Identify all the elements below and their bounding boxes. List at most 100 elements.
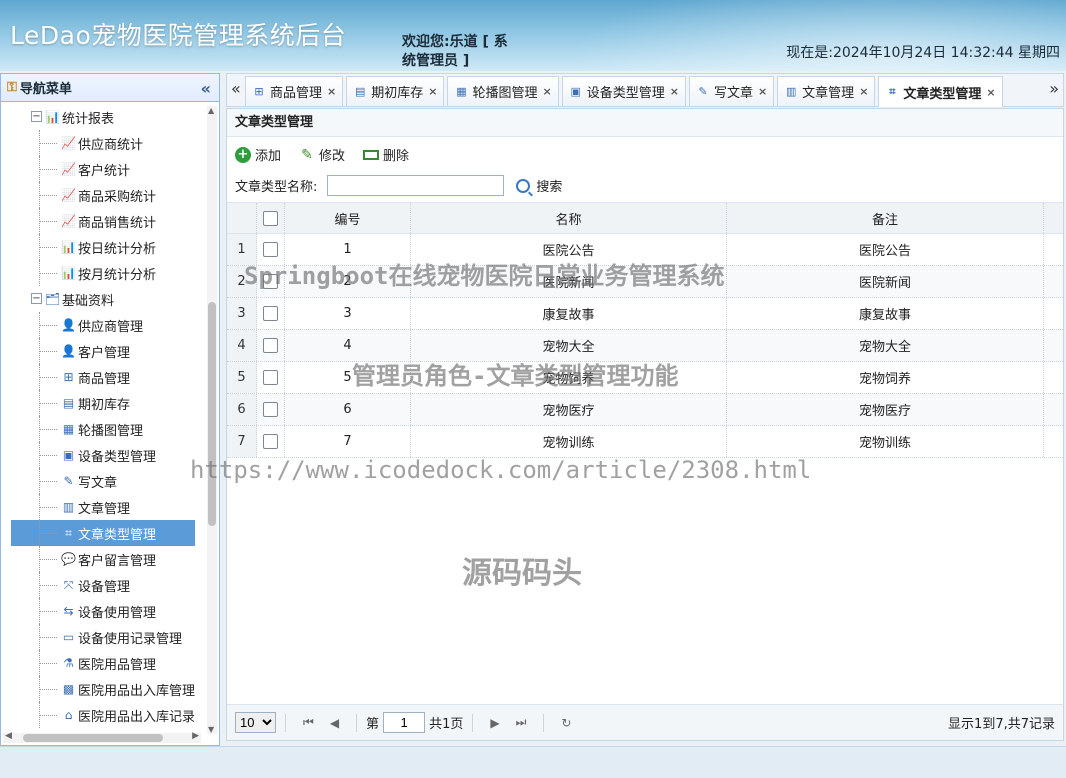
sidebar-horizontal-scrollbar[interactable]: ◀ ▶ bbox=[3, 731, 201, 743]
table-row[interactable]: 6 6 宠物医疗 宠物医疗 bbox=[227, 394, 1063, 426]
table-row[interactable]: 1 1 医院公告 医院公告 bbox=[227, 234, 1063, 266]
collapse-sidebar-icon[interactable]: « bbox=[201, 79, 211, 98]
sidebar-item[interactable]: ⌗ 文章类型管理 bbox=[11, 520, 195, 546]
close-icon[interactable]: × bbox=[758, 85, 767, 98]
close-icon[interactable]: × bbox=[859, 85, 868, 98]
select-all-checkbox[interactable] bbox=[263, 210, 278, 226]
prev-page-icon[interactable]: ◀ bbox=[330, 716, 339, 730]
pager-separator bbox=[285, 713, 286, 732]
panel-title: 文章类型管理 bbox=[227, 109, 1063, 137]
sidebar-item[interactable]: ▤ 期初库存 bbox=[1, 390, 205, 416]
folder-icon: 🗂 bbox=[44, 292, 61, 306]
article-type-name-input[interactable] bbox=[327, 175, 505, 196]
row-checkbox[interactable] bbox=[263, 306, 278, 321]
column-header-note[interactable]: 备注 bbox=[727, 203, 1044, 233]
sidebar-item[interactable]: ▥ 文章管理 bbox=[1, 494, 205, 520]
sidebar-item[interactable]: ⇆ 设备使用管理 bbox=[1, 598, 205, 624]
sidebar-item[interactable]: 👤 客户管理 bbox=[1, 338, 205, 364]
row-checkbox[interactable] bbox=[263, 370, 278, 385]
next-page-icon[interactable]: ▶ bbox=[490, 716, 499, 730]
tab[interactable]: ▤ 期初库存 × bbox=[346, 76, 445, 106]
row-checkbox[interactable] bbox=[263, 402, 278, 417]
sidebar-item[interactable]: ▦ 轮播图管理 bbox=[1, 416, 205, 442]
row-checkbox[interactable] bbox=[263, 434, 278, 449]
sidebar-item[interactable]: 📈 客户统计 bbox=[1, 156, 205, 182]
tab-scroll-left-icon[interactable]: « bbox=[231, 79, 241, 98]
tab[interactable]: ⊞ 商品管理 × bbox=[245, 76, 344, 106]
close-icon[interactable]: × bbox=[327, 85, 336, 98]
refresh-icon[interactable]: ↻ bbox=[561, 716, 571, 730]
add-button[interactable]: + 添加 bbox=[235, 145, 281, 164]
tab[interactable]: ▦ 轮播图管理 × bbox=[447, 76, 559, 106]
column-header-name[interactable]: 名称 bbox=[411, 203, 727, 233]
close-icon[interactable]: × bbox=[986, 86, 995, 99]
sidebar-group[interactable]: − 🗂 基础资料 bbox=[1, 286, 205, 312]
sidebar-item[interactable]: ⌂ 医院用品出入库记录 bbox=[1, 702, 205, 728]
sidebar-item[interactable]: 👤 供应商管理 bbox=[1, 312, 205, 338]
collapse-toggle-icon[interactable]: − bbox=[31, 293, 42, 304]
tab[interactable]: ✎ 写文章 × bbox=[688, 76, 775, 106]
table-row[interactable]: 7 7 宠物训练 宠物训练 bbox=[227, 426, 1063, 458]
scroll-up-icon[interactable]: ▲ bbox=[208, 106, 214, 115]
sidebar-item[interactable]: 📊 按日统计分析 bbox=[1, 234, 205, 260]
table-row[interactable]: 2 2 医院新闻 医院新闻 bbox=[227, 266, 1063, 298]
welcome-text: 欢迎您:乐道 [ 系统管理员 ] bbox=[402, 34, 508, 69]
cell-name: 医院新闻 bbox=[411, 266, 727, 297]
close-icon[interactable]: × bbox=[542, 85, 551, 98]
scrollbar-thumb[interactable] bbox=[23, 734, 163, 742]
row-checkbox[interactable] bbox=[263, 274, 278, 289]
sidebar-item[interactable]: ⚗ 医院用品管理 bbox=[1, 650, 205, 676]
sidebar-item-label: 客户留言管理 bbox=[78, 553, 157, 569]
edit-button[interactable]: ✎ 修改 bbox=[299, 145, 345, 165]
sidebar-item[interactable]: ⤧ 设备管理 bbox=[1, 572, 205, 598]
write-icon: ✎ bbox=[698, 85, 708, 98]
delete-button[interactable]: 删除 bbox=[363, 145, 409, 164]
page-size-select[interactable]: 10 bbox=[235, 712, 276, 733]
document-icon: ▥ bbox=[785, 85, 797, 98]
table-row[interactable]: 4 4 宠物大全 宠物大全 bbox=[227, 330, 1063, 362]
expand-icon: ⤧ bbox=[63, 577, 74, 592]
table-row[interactable]: 3 3 康复故事 康复故事 bbox=[227, 298, 1063, 330]
search-button[interactable]: 搜索 bbox=[516, 176, 562, 195]
tab-scroll-right-icon[interactable]: » bbox=[1049, 79, 1059, 98]
collapse-toggle-icon[interactable]: − bbox=[31, 111, 42, 122]
sidebar-item[interactable]: ✎ 写文章 bbox=[1, 468, 205, 494]
pager-info: 显示1到7,共7记录 bbox=[948, 717, 1055, 732]
close-icon[interactable]: × bbox=[428, 85, 437, 98]
sidebar-item-label: 商品管理 bbox=[78, 371, 131, 387]
sidebar-item[interactable]: 📈 供应商统计 bbox=[1, 130, 205, 156]
close-icon[interactable]: × bbox=[670, 85, 679, 98]
cell-note: 宠物饲养 bbox=[727, 362, 1044, 393]
first-page-icon[interactable]: ⏮ bbox=[303, 715, 314, 730]
row-checkbox[interactable] bbox=[263, 338, 278, 353]
cell-note: 宠物训练 bbox=[727, 426, 1044, 457]
scroll-right-icon[interactable]: ▶ bbox=[192, 731, 199, 741]
sidebar-item[interactable]: 📈 商品采购统计 bbox=[1, 182, 205, 208]
sidebar-item[interactable]: ▭ 设备使用记录管理 bbox=[1, 624, 205, 650]
sidebar-header: ⚿ 导航菜单 « bbox=[1, 74, 219, 102]
scroll-left-icon[interactable]: ◀ bbox=[5, 731, 12, 741]
cell-name: 宠物大全 bbox=[411, 330, 727, 361]
sidebar-item[interactable]: ⊞ 商品管理 bbox=[1, 364, 205, 390]
page-number-input[interactable] bbox=[383, 712, 426, 733]
sidebar-item[interactable]: 📈 商品销售统计 bbox=[1, 208, 205, 234]
sidebar-vertical-scrollbar[interactable]: ▲ ▼ bbox=[207, 106, 217, 734]
sidebar-item[interactable]: ▩ 医院用品出入库管理 bbox=[1, 676, 205, 702]
scrollbar-thumb[interactable] bbox=[208, 302, 216, 526]
last-page-icon[interactable]: ⏭ bbox=[516, 715, 527, 730]
header-filler bbox=[1044, 203, 1063, 233]
sidebar-item[interactable]: 📊 按月统计分析 bbox=[1, 260, 205, 286]
row-checkbox[interactable] bbox=[263, 242, 278, 257]
sidebar-item[interactable]: 💬 客户留言管理 bbox=[1, 546, 205, 572]
column-header-id[interactable]: 编号 bbox=[285, 203, 411, 233]
table-row[interactable]: 5 5 宠物饲养 宠物饲养 bbox=[227, 362, 1063, 394]
row-filler bbox=[1044, 394, 1063, 425]
page-total: 共1页 bbox=[429, 717, 464, 732]
cell-name: 宠物训练 bbox=[411, 426, 727, 457]
tab[interactable]: ⌗ 文章类型管理 × bbox=[878, 76, 1003, 107]
scroll-down-icon[interactable]: ▼ bbox=[208, 725, 214, 734]
sidebar-item[interactable]: ▣ 设备类型管理 bbox=[1, 442, 205, 468]
tab[interactable]: ▥ 文章管理 × bbox=[777, 76, 876, 106]
tab[interactable]: ▣ 设备类型管理 × bbox=[561, 76, 686, 106]
sidebar-group[interactable]: − 📊 统计报表 bbox=[1, 104, 205, 130]
